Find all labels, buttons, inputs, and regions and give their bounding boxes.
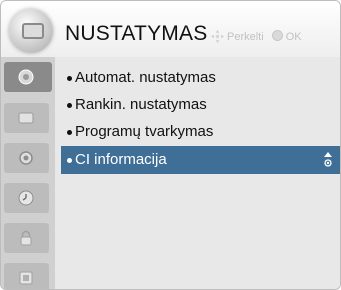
menu-item-programme-edit[interactable]: Programų tvarkymas bbox=[61, 118, 340, 146]
sidebar-item-time[interactable] bbox=[4, 183, 49, 213]
hint-move-label: Perkelti bbox=[227, 31, 264, 43]
menu-item-label: Rankin. nustatymas bbox=[75, 96, 207, 113]
menu-item-auto-tuning[interactable]: Automat. nustatymas bbox=[61, 64, 340, 92]
menu-item-label: Automat. nustatymas bbox=[75, 69, 216, 86]
bullet-icon bbox=[67, 130, 72, 135]
audio-icon bbox=[19, 151, 33, 165]
sidebar-item-audio[interactable] bbox=[4, 143, 49, 173]
sidebar-item-lock[interactable] bbox=[4, 223, 49, 253]
sidebar-item-picture[interactable] bbox=[4, 103, 49, 133]
dpad-icon bbox=[211, 30, 224, 43]
navigation-hint: Perkelti OK bbox=[211, 30, 302, 43]
satellite-icon bbox=[18, 69, 34, 85]
setup-category-icon bbox=[9, 9, 53, 53]
hint-ok-label: OK bbox=[285, 31, 302, 43]
screen: NUSTATYMAS Perkelti OK Automat. nustatym… bbox=[0, 0, 341, 290]
menu-item-label: CI informacija bbox=[75, 151, 167, 168]
menu-item-ci-information[interactable]: CI informacija bbox=[61, 146, 340, 174]
bullet-icon bbox=[67, 158, 72, 163]
ok-button-icon bbox=[271, 30, 283, 41]
menu-window: NUSTATYMAS Perkelti OK Automat. nustatym… bbox=[0, 0, 341, 290]
option-icon bbox=[19, 271, 33, 285]
picture-icon bbox=[18, 112, 34, 124]
page-title: NUSTATYMAS bbox=[65, 22, 208, 45]
lock-icon bbox=[20, 230, 32, 246]
menu-header: NUSTATYMAS Perkelti OK bbox=[1, 1, 340, 57]
sidebar-item-option[interactable] bbox=[4, 263, 49, 289]
menu-panel: Automat. nustatymas Rankin. nustatymas P… bbox=[55, 57, 340, 289]
bullet-icon bbox=[67, 76, 72, 81]
up-down-arrow-icon bbox=[324, 152, 332, 167]
menu-item-label: Programų tvarkymas bbox=[75, 123, 214, 140]
time-icon bbox=[18, 190, 34, 206]
sidebar-item-satellite[interactable] bbox=[4, 62, 52, 92]
category-sidebar bbox=[1, 57, 55, 289]
bullet-icon bbox=[67, 103, 72, 108]
menu-item-manual-tuning[interactable]: Rankin. nustatymas bbox=[61, 91, 340, 119]
